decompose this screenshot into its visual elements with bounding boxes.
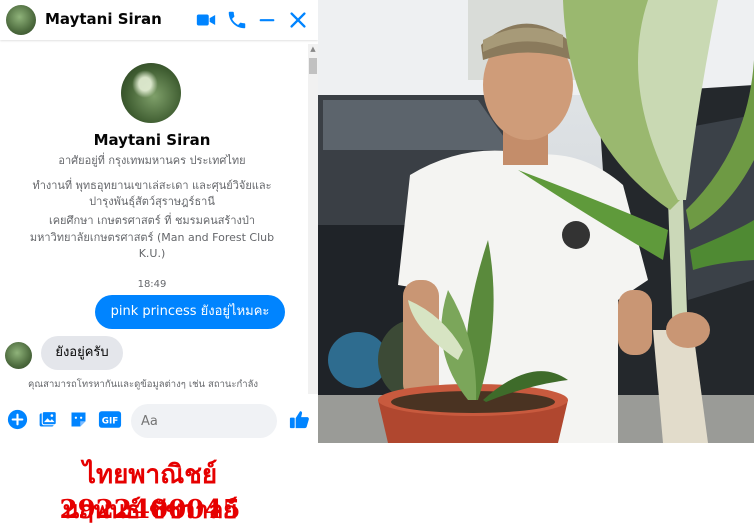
phone-call-icon[interactable] <box>226 9 248 31</box>
scrollbar-track[interactable] <box>308 44 318 394</box>
scroll-up-arrow-icon[interactable]: ▲ <box>308 44 318 54</box>
message-input[interactable] <box>131 404 277 438</box>
plant-photo <box>318 0 754 443</box>
photo-attach-icon[interactable] <box>37 409 58 430</box>
account-holder-caption: นฤพนธ์ ชัชวาลย์ <box>62 495 238 524</box>
gif-icon[interactable]: GIF <box>98 409 122 430</box>
close-icon[interactable] <box>287 9 309 31</box>
scrollbar-thumb[interactable] <box>309 58 317 74</box>
chat-notice-text: คุณสามารถโทรหากันและดูข้อมูลต่างๆ เช่น ส… <box>28 379 259 390</box>
add-circle-icon[interactable] <box>7 409 28 430</box>
profile-study-line1: เคยศึกษา เกษตรศาสตร์ ที่ ชมรมคนสร้างป่า <box>48 214 256 227</box>
sticker-icon[interactable] <box>68 409 89 430</box>
chevron-down-icon[interactable]: ⌄ <box>141 10 151 24</box>
messenger-chat-window: Maytani Siran ⌄ ▲ Maytani Siran อาศัยอยู… <box>0 0 318 443</box>
outgoing-message-bubble[interactable]: pink princess ยังอยู่ไหมคะ <box>95 295 285 329</box>
profile-study-line2: มหาวิทยาลัยเกษตรศาสตร์ (Man and Forest C… <box>29 231 275 244</box>
sender-avatar[interactable] <box>5 342 32 369</box>
profile-name: Maytani Siran <box>93 131 211 149</box>
contact-avatar[interactable] <box>6 5 36 35</box>
photo-illustration <box>318 0 754 443</box>
profile-work-line1: ทำงานที่ พุทธอุทยานเขาเล่สะเดา และศุนย์ว… <box>32 179 272 192</box>
profile-study-line3: K.U.) <box>138 247 166 260</box>
thumbs-up-icon[interactable] <box>288 408 311 431</box>
chat-header: Maytani Siran ⌄ <box>0 0 318 40</box>
message-timestamp: 18:49 <box>137 279 167 290</box>
profile-lives-in: อาศัยอยู่ที่ กรุงเทพมหานคร ประเทศไทย <box>58 154 246 167</box>
video-call-icon[interactable] <box>195 9 217 31</box>
incoming-message-bubble[interactable]: ยังอยู่ครับ <box>41 336 123 370</box>
minimize-icon[interactable] <box>256 9 278 31</box>
profile-work-line2: ปารุงพันธุ์สัตว์สุราษฎร์ธานี <box>89 195 215 208</box>
gif-label: GIF <box>102 417 118 427</box>
profile-avatar[interactable] <box>121 63 181 123</box>
